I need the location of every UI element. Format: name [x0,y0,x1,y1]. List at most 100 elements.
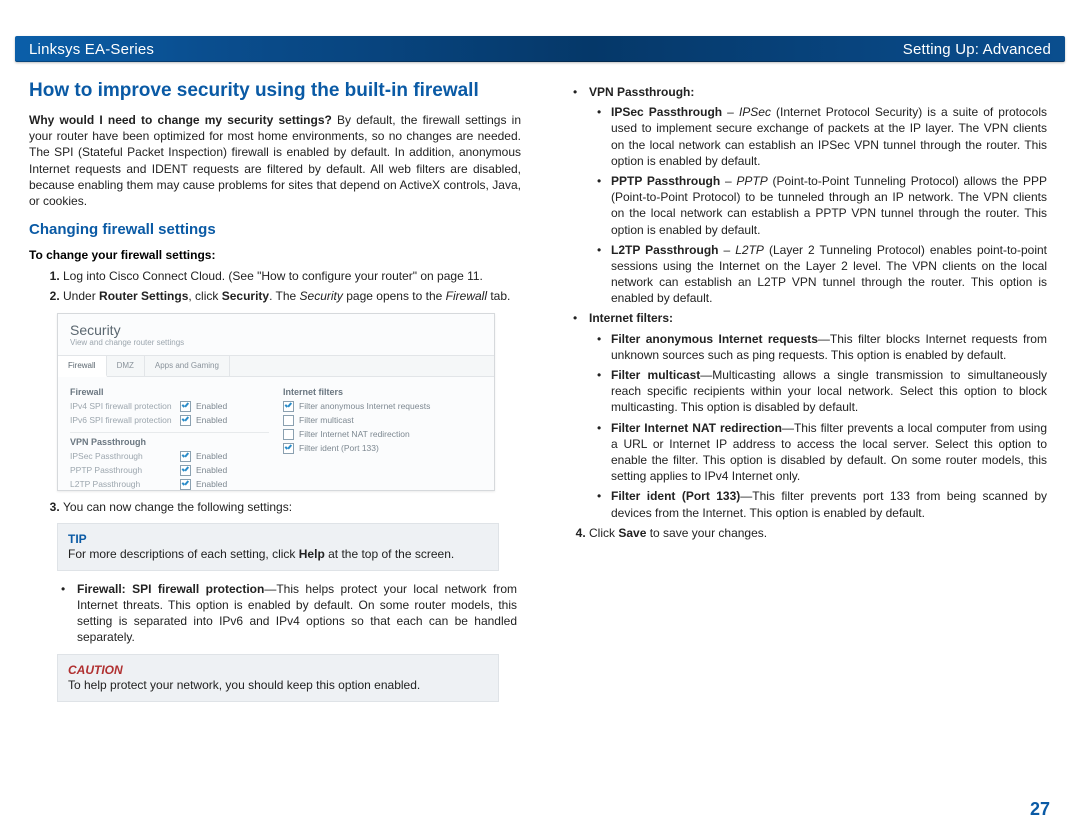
procedure-heading: To change your firewall settings: [29,248,521,262]
if1-b: Filter multicast [611,368,700,382]
ui-val-ipsec: Enabled [196,451,227,461]
checkbox-icon[interactable] [283,415,294,426]
steps-list-cont: You can now change the following setting… [29,499,521,515]
checkbox-icon[interactable] [180,479,191,490]
embedded-ui-screenshot: Security View and change router settings… [57,313,495,491]
step4-pre: Click [589,526,618,540]
ui-lbl-if1: Filter multicast [299,415,354,425]
vpn-section: VPN Passthrough: IPSec Passthrough – IPS… [559,84,1051,521]
checkbox-icon[interactable] [180,465,191,476]
step2-it1: Security [300,289,343,303]
if-head-item: Internet filters: Filter anonymous Inter… [589,310,1051,520]
page-number: 27 [1030,799,1050,820]
step4-b: Save [618,526,646,540]
ui-row-pptp: PPTP Passthrough Enabled [70,465,269,476]
vpn1-it: PPTP [736,174,767,188]
fw-bold: Firewall: SPI firewall protection [77,582,264,596]
ui-panel-left: Firewall IPv4 SPI firewall protection Ena… [70,385,269,493]
caution-body: To help protect your network, you should… [68,677,488,693]
if0-b: Filter anonymous Internet requests [611,332,818,346]
firewall-bullet-list: Firewall: SPI firewall protection—This h… [29,581,521,646]
vpn2-it: L2TP [735,243,764,257]
vpn0-dash: – [722,105,739,119]
vpn-head-label: VPN Passthrough: [589,85,694,99]
vpn1-b: PPTP Passthrough [611,174,720,188]
vpn0-it: IPSec [739,105,771,119]
header-left: Linksys EA-Series [29,41,154,58]
if-multicast: Filter multicast—Multicasting allows a s… [611,367,1047,416]
intro-paragraph: Why would I need to change my security s… [29,112,521,209]
ui-row-ipsec: IPSec Passthrough Enabled [70,451,269,462]
ui-val-ipv4: Enabled [196,401,227,411]
steps-list: Log into Cisco Connect Cloud. (See "How … [29,268,521,304]
checkbox-icon[interactable] [180,451,191,462]
intro-answer: By default, the firewall settings in you… [29,113,521,208]
vpn2-dash: – [719,243,736,257]
checkbox-icon[interactable] [283,443,294,454]
checkbox-icon[interactable] [180,401,191,412]
step2-b1: Router Settings [99,289,188,303]
page-root: Linksys EA-Series Setting Up: Advanced H… [0,0,1080,834]
step-4: Click Save to save your changes. [589,525,1051,541]
ui-lbl-l2tp: L2TP Passthrough [70,479,180,489]
step2-post2: page opens to the [343,289,446,303]
checkbox-icon[interactable] [180,415,191,426]
step-1: Log into Cisco Connect Cloud. (See "How … [63,268,521,284]
ui-lbl-if0: Filter anonymous Internet requests [299,401,430,411]
page-header-banner: Linksys EA-Series Setting Up: Advanced [15,36,1065,62]
ui-separator [70,432,269,433]
vpn0-b: IPSec Passthrough [611,105,722,119]
ui-row-if0: Filter anonymous Internet requests [283,401,482,412]
ui-firewall-head: Firewall [70,387,269,397]
if-nat: Filter Internet NAT redirection—This fil… [611,420,1047,485]
ui-vpn-head: VPN Passthrough [70,437,269,447]
if-sublist: Filter anonymous Internet requests—This … [589,331,1047,521]
vpn2-b: L2TP Passthrough [611,243,719,257]
caution-title: CAUTION [68,663,488,677]
section-title: How to improve security using the built-… [29,80,521,102]
tip-post: at the top of the screen. [325,547,454,561]
vpn-pptp: PPTP Passthrough – PPTP (Point-to-Point … [611,173,1047,238]
ui-panel-right: Internet filters Filter anonymous Intern… [283,385,482,493]
ui-if-head: Internet filters [283,387,482,397]
step4-post: to save your changes. [646,526,767,540]
checkbox-icon[interactable] [283,429,294,440]
vpn-sublist: IPSec Passthrough – IPSec (Internet Prot… [589,104,1047,306]
ui-val-l2tp: Enabled [196,479,227,489]
checkbox-icon[interactable] [283,401,294,412]
ui-panel: Firewall IPv4 SPI firewall protection Ena… [58,377,494,501]
step2-post3: tab. [487,289,510,303]
step2-pre: Under [63,289,99,303]
ui-lbl-ipv4: IPv4 SPI firewall protection [70,401,180,411]
ui-tabs: Firewall DMZ Apps and Gaming [58,355,494,377]
if-ident: Filter ident (Port 133)—This filter prev… [611,488,1047,520]
step2-it2: Firewall [446,289,487,303]
ui-row-if2: Filter Internet NAT redirection [283,429,482,440]
firewall-bullet: Firewall: SPI firewall protection—This h… [77,581,521,646]
step-2: Under Router Settings, click Security. T… [63,288,521,304]
caution-box: CAUTION To help protect your network, yo… [57,654,499,702]
ui-lbl-if3: Filter ident (Port 133) [299,443,379,453]
header-right: Setting Up: Advanced [903,41,1051,58]
subsection-title: Changing firewall settings [29,221,521,238]
tip-body: For more descriptions of each setting, c… [68,546,488,562]
ui-tab-dmz[interactable]: DMZ [107,356,145,376]
vpn-l2tp: L2TP Passthrough – L2TP (Layer 2 Tunneli… [611,242,1047,307]
ui-tab-apps[interactable]: Apps and Gaming [145,356,230,376]
ui-lbl-ipv6: IPv6 SPI firewall protection [70,415,180,425]
ui-row-l2tp: L2TP Passthrough Enabled [70,479,269,490]
tip-bold: Help [299,547,325,561]
ui-val-pptp: Enabled [196,465,227,475]
ui-row-ipv4: IPv4 SPI firewall protection Enabled [70,401,269,412]
step-3: You can now change the following setting… [63,499,521,515]
ui-row-ipv6: IPv6 SPI firewall protectionEnabled [70,415,269,426]
intro-question: Why would I need to change my security s… [29,113,332,127]
ui-subtitle: View and change router settings [70,338,484,347]
if-anon: Filter anonymous Internet requests—This … [611,331,1047,363]
tip-box: TIP For more descriptions of each settin… [57,523,499,571]
ui-lbl-ipsec: IPSec Passthrough [70,451,180,461]
ui-tab-firewall[interactable]: Firewall [58,356,107,377]
ui-row-if1: Filter multicast [283,415,482,426]
ui-lbl-pptp: PPTP Passthrough [70,465,180,475]
ui-header: Security View and change router settings [58,314,494,349]
